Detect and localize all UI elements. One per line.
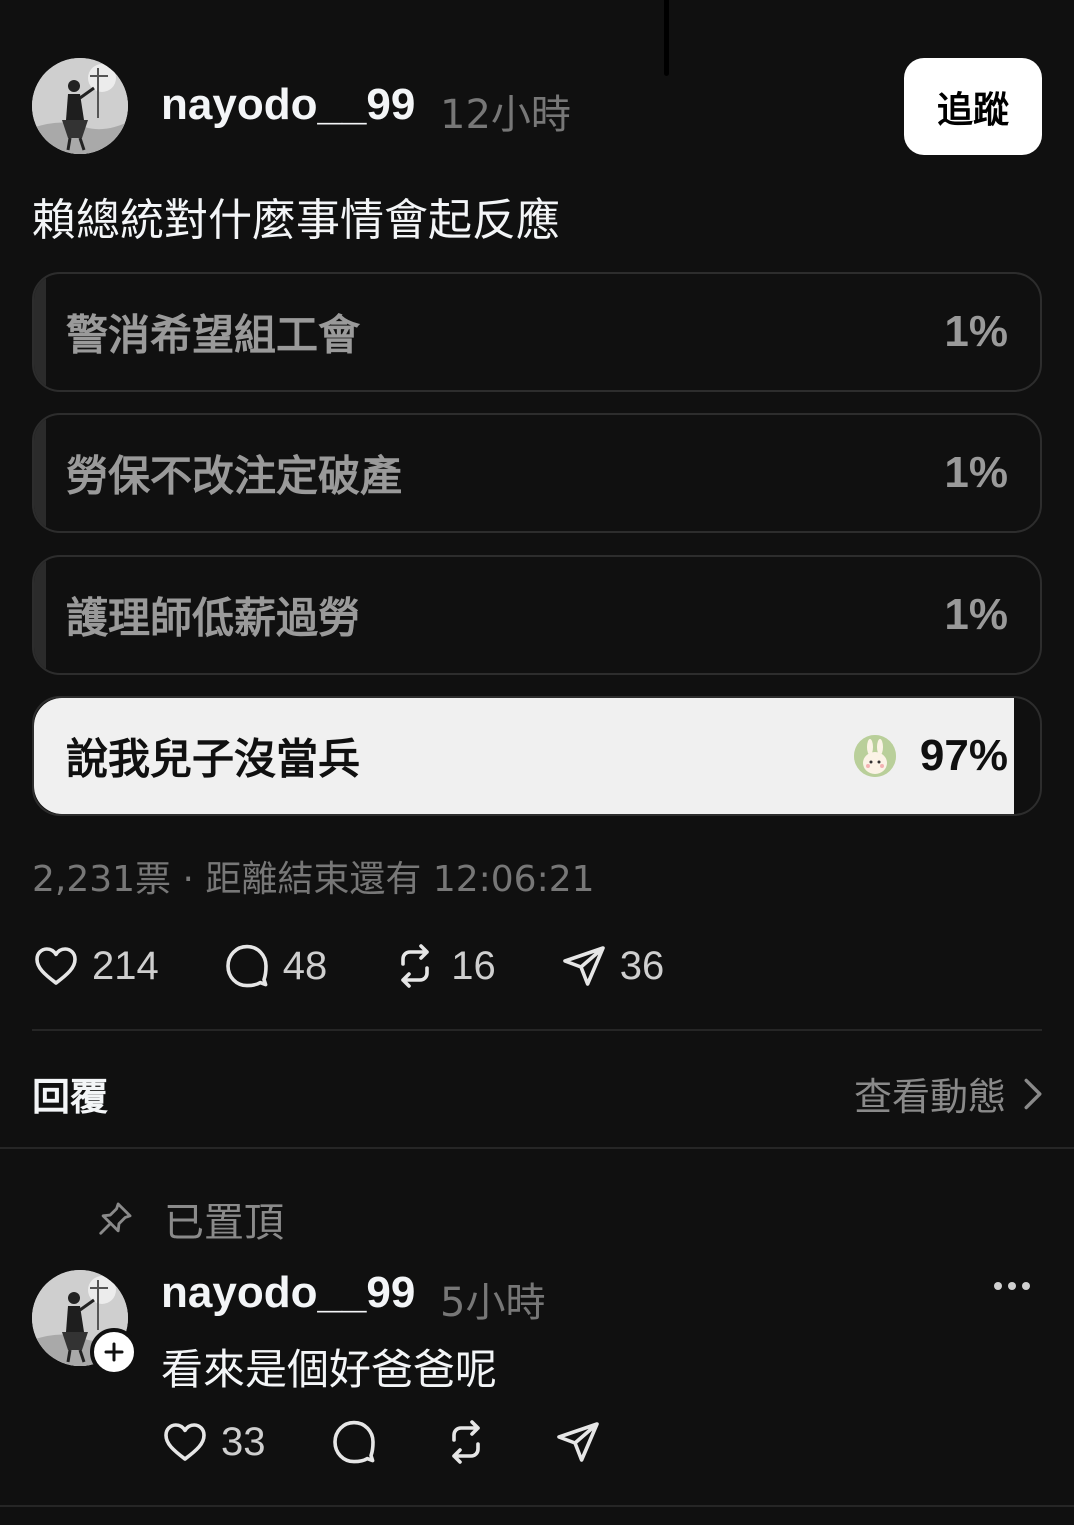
more-options-button[interactable] [992, 1278, 1032, 1298]
follow-plus-button[interactable] [90, 1328, 138, 1376]
post-actions: 214 48 16 36 [32, 942, 664, 990]
poll-option-label: 說我兒子沒當兵 [66, 734, 361, 784]
like-count: 214 [92, 943, 159, 988]
follow-button[interactable]: 追蹤 [904, 58, 1042, 155]
poll-option-label: 護理師低薪過勞 [66, 593, 361, 643]
reply-like-count: 33 [221, 1419, 266, 1464]
poll-option-percent: 1% [944, 307, 1008, 356]
replies-heading: 回覆 [32, 1075, 109, 1119]
post-timestamp: 12小時 [440, 92, 571, 138]
send-icon [556, 1422, 599, 1462]
repost-icon [451, 1420, 480, 1464]
poll-bar-fill [34, 415, 46, 531]
divider [32, 1029, 1042, 1031]
scroll-indicator [664, 0, 669, 76]
send-icon [562, 946, 605, 986]
repost-button[interactable]: 16 [391, 942, 496, 990]
reply-like-button[interactable]: 33 [161, 1418, 266, 1466]
share-count: 36 [619, 943, 665, 988]
reply-actions: 33 [161, 1418, 602, 1466]
poll-option[interactable]: 勞保不改注定破產 1% [32, 413, 1042, 533]
poll-bar-fill [34, 274, 46, 390]
reply-username[interactable]: nayodo__99 [161, 1268, 415, 1318]
pinned-label: 已置頂 [164, 1200, 284, 1246]
poll-option-label: 警消希望組工會 [66, 310, 361, 360]
view-activity-link[interactable]: 查看動態 [854, 1066, 1044, 1121]
heart-icon [35, 947, 77, 985]
poll-option-percent: 97% [919, 731, 1008, 780]
reply-text: 看來是個好爸爸呢 [161, 1345, 498, 1394]
heart-icon [164, 1423, 206, 1461]
repost-count: 16 [451, 943, 496, 988]
avatar[interactable] [32, 58, 128, 154]
comment-count: 48 [282, 943, 328, 988]
view-activity-label: 查看動態 [853, 1075, 1006, 1119]
pin-icon [99, 1202, 132, 1235]
voter-avatar-icon [854, 735, 896, 777]
poll-option-percent: 1% [944, 448, 1008, 497]
share-button[interactable]: 36 [560, 942, 665, 990]
poll-option-label: 勞保不改注定破產 [66, 451, 403, 501]
post-username[interactable]: nayodo__99 [161, 80, 415, 130]
poll-option-percent: 1% [944, 590, 1008, 639]
reply-share-button[interactable] [554, 1418, 602, 1466]
poll-option-selected[interactable]: 說我兒子沒當兵 97% [32, 696, 1042, 816]
comment-icon [225, 944, 268, 988]
like-button[interactable]: 214 [32, 942, 159, 990]
poll-option[interactable]: 護理師低薪過勞 1% [32, 555, 1042, 675]
reply-timestamp: 5小時 [440, 1280, 546, 1326]
pinned-indicator: 已置頂 [96, 1190, 284, 1248]
reply-comment-button[interactable] [330, 1418, 378, 1466]
repost-icon [401, 944, 430, 988]
plus-icon [104, 1342, 124, 1362]
chevron-right-icon [1024, 1078, 1042, 1109]
reply-repost-button[interactable] [442, 1418, 490, 1466]
comment-icon [332, 1420, 375, 1464]
poll-bar-fill [34, 557, 46, 673]
more-icon [994, 1282, 1030, 1290]
comment-button[interactable]: 48 [223, 942, 328, 990]
divider [0, 1147, 1074, 1149]
poll-meta: 2,231票 · 距離結束還有 12:06:21 [32, 859, 595, 900]
post-text: 賴總統對什麼事情會起反應 [32, 195, 560, 246]
poll-option[interactable]: 警消希望組工會 1% [32, 272, 1042, 392]
user-avatar-photo-icon [32, 58, 128, 154]
divider [0, 1505, 1074, 1507]
